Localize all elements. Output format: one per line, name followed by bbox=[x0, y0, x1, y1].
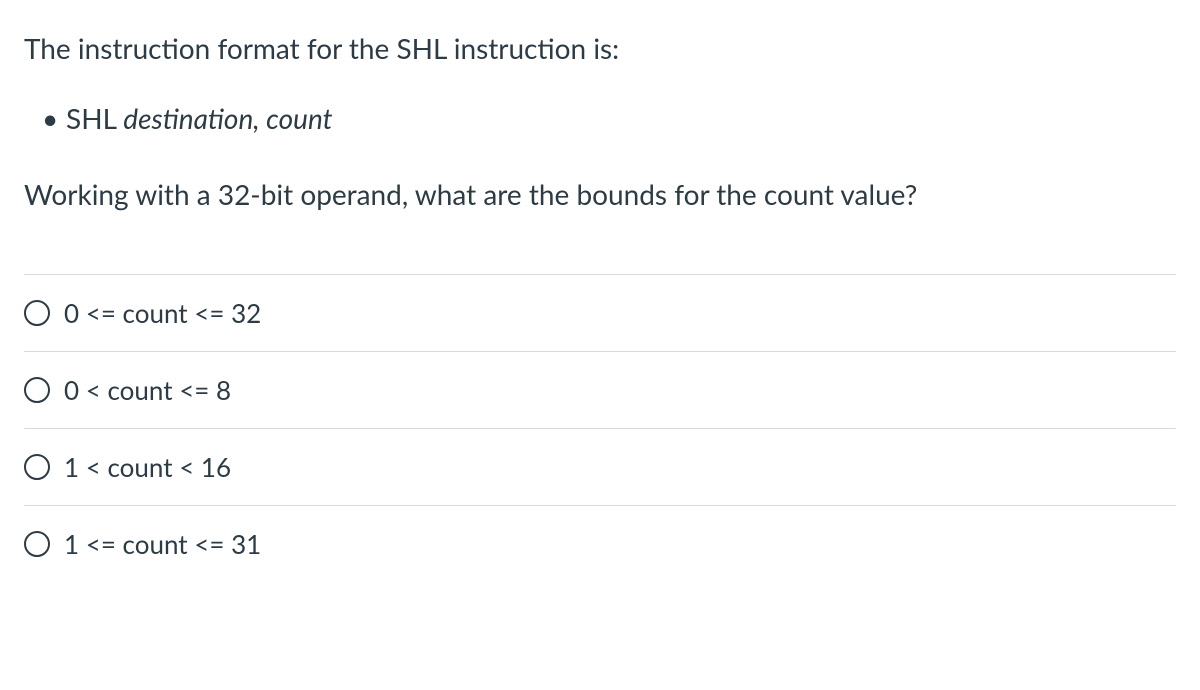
option-label: 1 <= count <= 31 bbox=[64, 528, 261, 560]
radio-icon bbox=[24, 454, 50, 480]
option-1[interactable]: 0 < count <= 8 bbox=[24, 351, 1176, 428]
question-prompt: Working with a 32-bit operand, what are … bbox=[24, 174, 1176, 215]
answer-options: 0 <= count <= 32 0 < count <= 8 1 < coun… bbox=[24, 274, 1176, 582]
instruction-format-item: SHL destination, count bbox=[66, 99, 1176, 138]
instruction-operands: destination, count bbox=[123, 101, 332, 135]
option-0[interactable]: 0 <= count <= 32 bbox=[24, 274, 1176, 351]
instruction-format-list: SHL destination, count bbox=[24, 99, 1176, 138]
question-intro: The instruction format for the SHL instr… bbox=[24, 28, 1176, 69]
instruction-prefix: SHL bbox=[66, 101, 123, 135]
radio-icon bbox=[24, 377, 50, 403]
radio-icon bbox=[24, 531, 50, 557]
question-stem: The instruction format for the SHL instr… bbox=[24, 28, 1176, 214]
radio-icon bbox=[24, 300, 50, 326]
option-3[interactable]: 1 <= count <= 31 bbox=[24, 505, 1176, 582]
option-label: 0 <= count <= 32 bbox=[64, 297, 261, 329]
option-label: 0 < count <= 8 bbox=[64, 374, 231, 406]
option-2[interactable]: 1 < count < 16 bbox=[24, 428, 1176, 505]
option-label: 1 < count < 16 bbox=[64, 451, 231, 483]
